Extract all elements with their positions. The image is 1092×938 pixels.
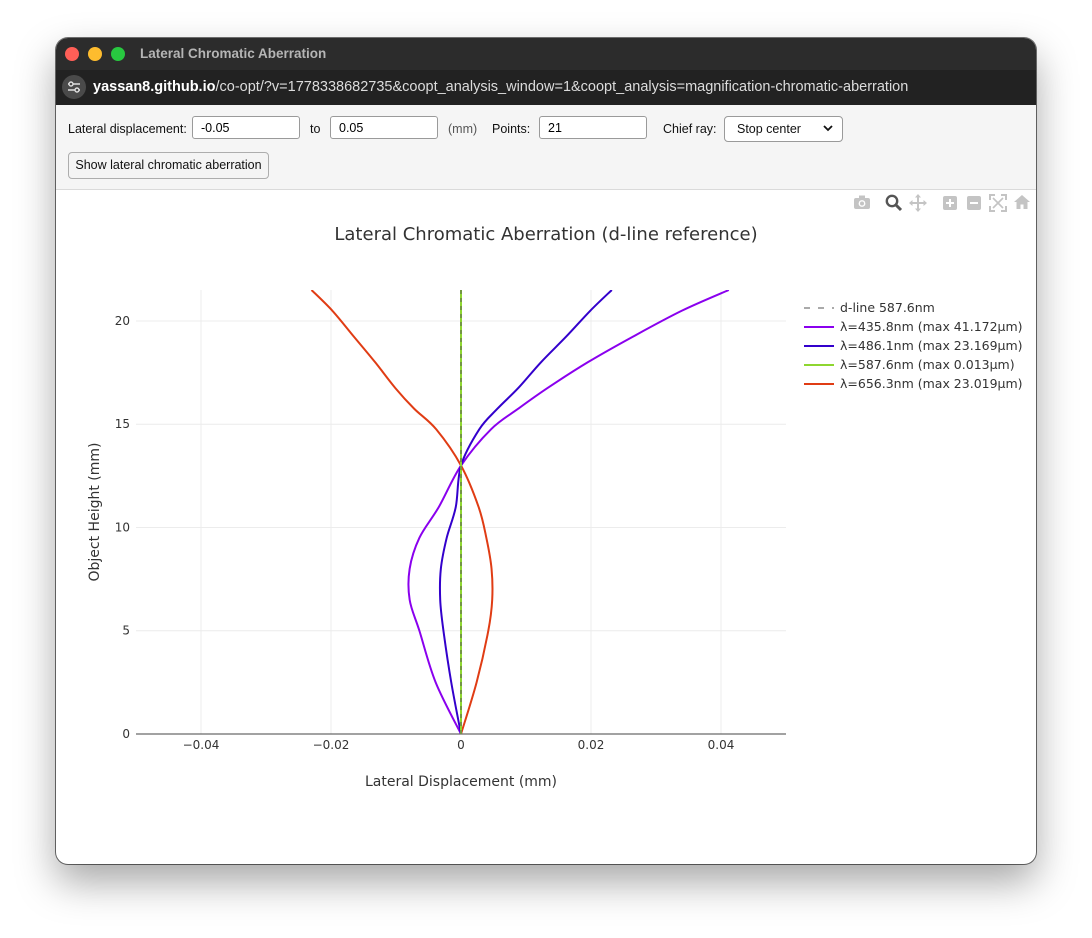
url-path: /co-opt/?v=1778338682735&coopt_analysis_…: [215, 79, 909, 95]
chief-ray-label: Chief ray:: [663, 122, 717, 136]
url-bar[interactable]: yassan8.github.io/co-opt/?v=177833868273…: [56, 70, 1036, 105]
series-line-2: [438, 290, 613, 734]
legend-label: λ=587.6nm (max 0.013μm): [840, 357, 1015, 372]
controls-panel: Lateral displacement: to (mm) Points: Ch…: [56, 105, 1036, 190]
legend-label: λ=435.8nm (max 41.172μm): [840, 319, 1023, 334]
close-button[interactable]: [65, 47, 79, 61]
minimize-button[interactable]: [88, 47, 102, 61]
x-tick-label: −0.04: [183, 738, 220, 752]
chief-ray-selected: Stop center: [737, 122, 801, 136]
lateral-from-input[interactable]: [192, 116, 300, 139]
url-text[interactable]: yassan8.github.io/co-opt/?v=177833868273…: [93, 79, 908, 95]
y-tick-label: 10: [115, 520, 130, 534]
unit-label: (mm): [448, 122, 478, 136]
series-line-4: [310, 290, 494, 734]
y-tick-label: 0: [122, 727, 130, 741]
x-tick-label: 0.04: [708, 738, 735, 752]
points-label: Points:: [492, 122, 531, 136]
legend-label: d-line 587.6nm: [840, 300, 935, 315]
y-tick-label: 5: [122, 624, 130, 638]
lateral-chromatic-aberration-chart[interactable]: Lateral Chromatic Aberration (d-line ref…: [56, 204, 1036, 864]
x-tick-label: 0: [457, 738, 465, 752]
site-settings-icon[interactable]: [62, 75, 86, 99]
window-title: Lateral Chromatic Aberration: [140, 46, 327, 61]
y-axis-label: Object Height (mm): [87, 443, 103, 582]
legend-label: λ=486.1nm (max 23.169μm): [840, 338, 1023, 353]
analysis-window: Lateral Chromatic Aberration yassan8.git…: [56, 38, 1036, 864]
maximize-button[interactable]: [111, 47, 125, 61]
title-bar: Lateral Chromatic Aberration: [56, 38, 1036, 70]
chief-ray-select[interactable]: Stop center: [724, 116, 843, 142]
chart-title: Lateral Chromatic Aberration (d-line ref…: [334, 224, 757, 245]
x-tick-label: −0.02: [313, 738, 350, 752]
points-input[interactable]: [539, 116, 647, 139]
x-tick-label: 0.02: [578, 738, 605, 752]
lateral-displacement-label: Lateral displacement:: [68, 122, 187, 136]
legend-label: λ=656.3nm (max 23.019μm): [840, 376, 1023, 391]
x-axis-label: Lateral Displacement (mm): [365, 774, 557, 790]
chevron-down-icon: [823, 121, 833, 138]
lateral-to-input[interactable]: [330, 116, 438, 139]
y-tick-label: 20: [115, 314, 130, 328]
show-lateral-chromatic-aberration-button[interactable]: Show lateral chromatic aberration: [68, 152, 269, 179]
to-label: to: [310, 122, 321, 136]
series-line-1: [407, 290, 730, 734]
url-host: yassan8.github.io: [93, 79, 216, 95]
y-tick-label: 15: [115, 417, 130, 431]
